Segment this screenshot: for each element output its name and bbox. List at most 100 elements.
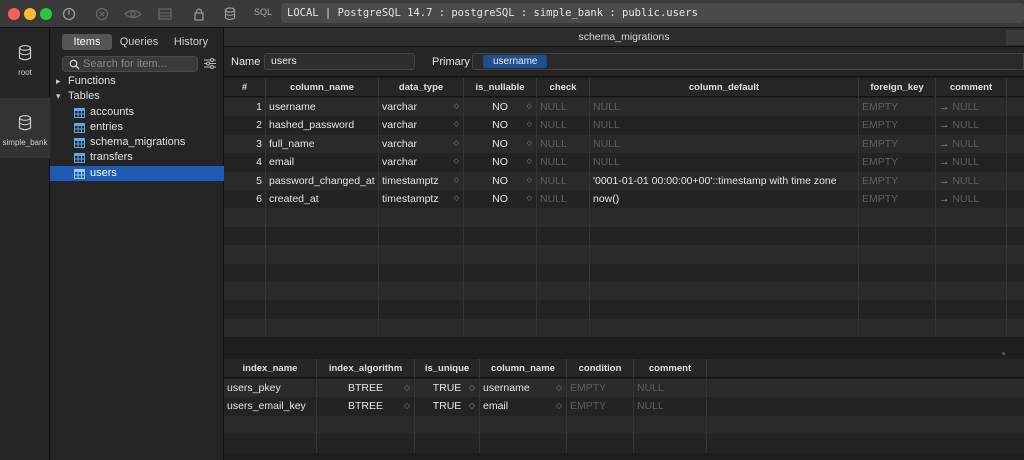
tree-item-users[interactable]: users	[50, 165, 224, 182]
cell-foreign-key[interactable]: EMPTY	[859, 171, 936, 190]
table-row[interactable]: 4 email varchar ◇ NO ◇ NULL NULL EMPTY → NULL	[224, 153, 1024, 172]
cell-check[interactable]: NULL	[537, 153, 590, 172]
cell-foreign-key[interactable]: EMPTY	[859, 134, 936, 154]
stepper-icon[interactable]: ◇	[454, 116, 459, 134]
cell-data-type[interactable]: timestamptz ◇	[379, 171, 464, 190]
table-row[interactable]: 1 username varchar ◇ NO ◇ NULL NULL EMPTY → NULL	[224, 98, 1024, 117]
cell-column-name[interactable]: password_changed_at	[266, 171, 379, 190]
cell-column-default[interactable]: now()	[590, 190, 859, 209]
stepper-icon[interactable]: ◇	[454, 135, 459, 153]
cell-index-algorithm[interactable]: BTREE ◇	[317, 397, 415, 416]
cell-number[interactable]: 2	[224, 116, 266, 135]
cell-index-comment[interactable]: NULL	[634, 379, 707, 398]
splitter-handle[interactable]	[1002, 352, 1005, 355]
index-row[interactable]: users_email_key BTREE ◇ TRUE ◇ email ◇ EMPTY NUL…	[224, 397, 1024, 416]
cell-column-name[interactable]: email	[266, 153, 379, 172]
cell-check[interactable]: NULL	[537, 116, 590, 135]
tab-queries[interactable]: Queries	[114, 34, 164, 50]
cell-is-nullable[interactable]: NO ◇	[464, 153, 537, 172]
tree-group-tables[interactable]: ▾ Tables	[50, 89, 224, 104]
table-row[interactable]: 3 full_name varchar ◇ NO ◇ NULL NULL EMPTY → NULL	[224, 134, 1024, 154]
tree-group-functions[interactable]: ▸ Functions	[50, 74, 224, 89]
stepper-icon[interactable]: ◇	[404, 397, 410, 415]
cell-data-type[interactable]: varchar ◇	[379, 116, 464, 135]
window-close-button[interactable]	[8, 8, 20, 20]
stepper-icon[interactable]: ◇	[469, 397, 475, 415]
cell-number[interactable]: 3	[224, 134, 266, 154]
tree-item-accounts[interactable]: accounts	[50, 105, 224, 120]
tab-schema-migrations[interactable]: schema_migrations	[578, 31, 669, 43]
window-maximize-button[interactable]	[40, 8, 52, 20]
primary-key-field[interactable]: username	[472, 53, 1024, 70]
cell-number[interactable]: 1	[224, 98, 266, 117]
sql-button[interactable]: SQL	[254, 7, 272, 17]
stepper-icon[interactable]: ◇	[556, 379, 562, 397]
header-number[interactable]: #	[224, 78, 266, 97]
cell-check[interactable]: NULL	[537, 98, 590, 117]
stepper-icon[interactable]: ◇	[556, 397, 562, 415]
cell-data-type[interactable]: varchar ◇	[379, 134, 464, 154]
cell-number[interactable]: 5	[224, 171, 266, 190]
cell-is-nullable[interactable]: NO ◇	[464, 134, 537, 154]
cell-comment[interactable]: → NULL	[936, 190, 1007, 209]
tree-item-entries[interactable]: entries	[50, 120, 224, 135]
cell-column-name[interactable]: full_name	[266, 134, 379, 154]
cell-check[interactable]: NULL	[537, 171, 590, 190]
cell-is-unique[interactable]: TRUE ◇	[415, 397, 480, 416]
new-tab-button[interactable]	[1006, 30, 1024, 45]
cell-is-unique[interactable]: TRUE ◇	[415, 379, 480, 398]
cell-condition[interactable]: EMPTY	[567, 397, 634, 416]
header-check[interactable]: check	[537, 78, 590, 97]
cell-column-default[interactable]: '0001-01-01 00:00:00+00'::timestamp with…	[590, 171, 859, 190]
table-row[interactable]: 2 hashed_password varchar ◇ NO ◇ NULL NULL EMPTY…	[224, 116, 1024, 135]
header-comment[interactable]: comment	[936, 78, 1007, 97]
stepper-icon[interactable]: ◇	[527, 116, 532, 134]
stepper-icon[interactable]: ◇	[527, 153, 532, 171]
cell-index-name[interactable]: users_email_key	[224, 397, 317, 416]
cell-index-comment[interactable]: NULL	[634, 397, 707, 416]
cell-column-default[interactable]: NULL	[590, 134, 859, 154]
cell-column-name[interactable]: created_at	[266, 190, 379, 209]
cell-index-algorithm[interactable]: BTREE ◇	[317, 379, 415, 398]
rail-item-simple-bank[interactable]: simple_bank	[0, 98, 50, 158]
power-icon[interactable]	[62, 6, 76, 22]
stepper-icon[interactable]: ◇	[454, 98, 459, 116]
tree-item-transfers[interactable]: transfers	[50, 150, 224, 165]
table-name-field[interactable]: users	[264, 53, 415, 70]
index-row[interactable]: users_pkey BTREE ◇ TRUE ◇ username ◇ EMPTY NULL	[224, 379, 1024, 398]
header-foreign-key[interactable]: foreign_key	[859, 78, 936, 97]
cell-comment[interactable]: → NULL	[936, 98, 1007, 117]
cell-is-nullable[interactable]: NO ◇	[464, 171, 537, 190]
cell-number[interactable]: 4	[224, 153, 266, 172]
header-condition[interactable]: condition	[567, 359, 634, 378]
cell-comment[interactable]: → NULL	[936, 134, 1007, 154]
header-index-column-name[interactable]: column_name	[480, 359, 567, 378]
database-icon[interactable]	[224, 6, 236, 22]
cell-column-default[interactable]: NULL	[590, 98, 859, 117]
stepper-icon[interactable]: ◇	[527, 190, 532, 208]
tab-items[interactable]: Items	[62, 34, 112, 50]
cell-column-default[interactable]: NULL	[590, 116, 859, 135]
stepper-icon[interactable]: ◇	[527, 172, 532, 190]
cell-index-column[interactable]: username ◇	[480, 379, 567, 398]
header-index-name[interactable]: index_name	[224, 359, 317, 378]
cell-index-column[interactable]: email ◇	[480, 397, 567, 416]
stepper-icon[interactable]: ◇	[454, 153, 459, 171]
header-column-name[interactable]: column_name	[266, 78, 379, 97]
layout-icon[interactable]	[157, 6, 173, 22]
cell-is-nullable[interactable]: NO ◇	[464, 190, 537, 209]
cell-column-default[interactable]: NULL	[590, 153, 859, 172]
table-row[interactable]: 6 created_at timestamptz ◇ NO ◇ NULL now() EMPTY…	[224, 190, 1024, 209]
header-is-unique[interactable]: is_unique	[415, 359, 480, 378]
cell-index-name[interactable]: users_pkey	[224, 379, 317, 398]
stepper-icon[interactable]: ◇	[454, 172, 459, 190]
lock-icon[interactable]	[193, 6, 205, 22]
cell-check[interactable]: NULL	[537, 134, 590, 154]
primary-key-tag[interactable]: username	[483, 55, 548, 68]
cell-condition[interactable]: EMPTY	[567, 379, 634, 398]
cell-foreign-key[interactable]: EMPTY	[859, 98, 936, 117]
cell-check[interactable]: NULL	[537, 190, 590, 209]
cell-foreign-key[interactable]: EMPTY	[859, 116, 936, 135]
stepper-icon[interactable]: ◇	[454, 190, 459, 208]
cell-comment[interactable]: → NULL	[936, 171, 1007, 190]
